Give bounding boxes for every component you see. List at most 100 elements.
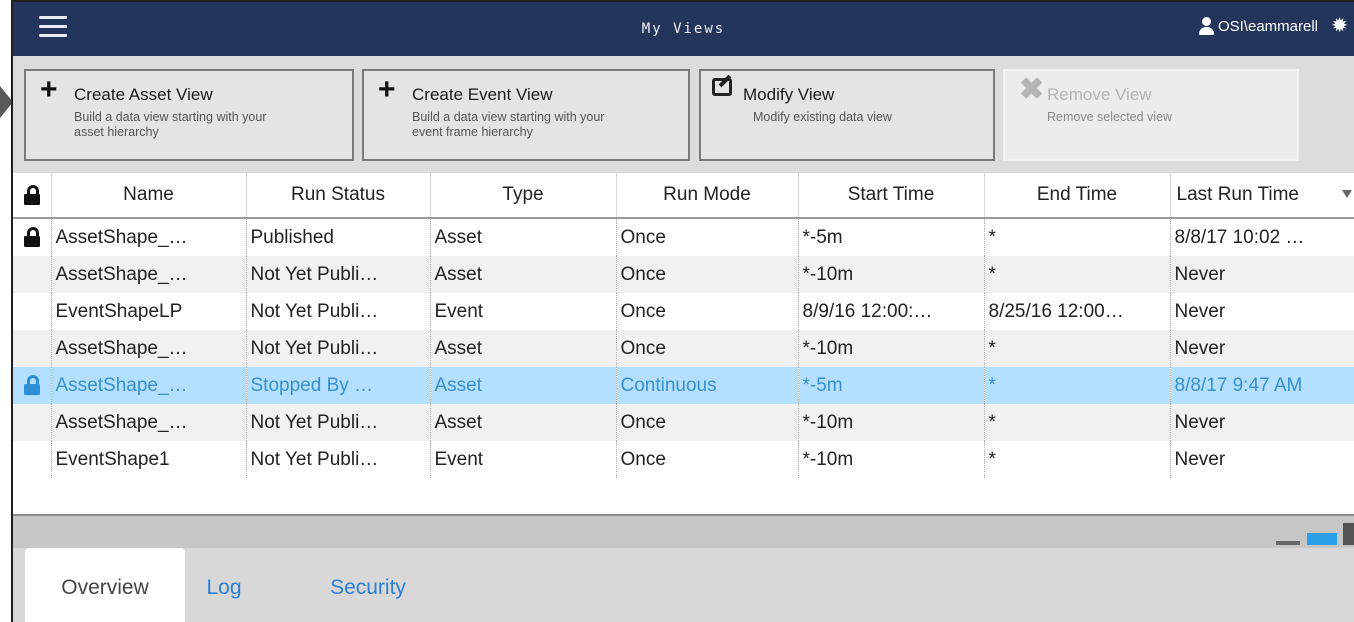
- cell-type: Asset: [430, 218, 617, 256]
- cell-name: AssetShape_…: [51, 404, 247, 441]
- cell-run-mode: Once: [616, 441, 799, 478]
- edit-icon: [712, 78, 732, 96]
- cell-run-status: Not Yet Publi…: [246, 256, 431, 293]
- page-title: My Views: [641, 21, 726, 37]
- cell-end-time: *: [984, 404, 1171, 441]
- cell-last-run-time: Never: [1170, 330, 1354, 367]
- tab-log[interactable]: Log: [189, 548, 259, 622]
- lock-icon: [23, 375, 40, 396]
- cell-last-run-time: 8/8/17 9:47 AM: [1170, 367, 1354, 404]
- cell-run-mode: Once: [616, 404, 799, 441]
- cell-run-mode: Once: [616, 293, 799, 330]
- column-header-run-mode[interactable]: Run Mode: [616, 173, 799, 219]
- modify-view-label: Modify View: [743, 85, 835, 104]
- create-asset-desc-line2: asset hierarchy: [74, 125, 159, 139]
- cell-last-run-time: Never: [1170, 293, 1354, 330]
- cell-last-run-time: 8/8/17 10:02 …: [1170, 218, 1354, 256]
- cell-start-time: *-10m: [798, 441, 985, 478]
- table-header-row: Name Run Status Type Run Mode Start Time…: [13, 173, 1354, 219]
- cell-start-time: *-10m: [798, 404, 985, 441]
- cell-type: Asset: [430, 330, 617, 367]
- create-event-view-button[interactable]: + Create Event View Build a data view st…: [362, 69, 690, 161]
- toolbar: + Create Asset View Build a data view st…: [13, 56, 1354, 173]
- modify-view-description: Modify existing data view: [753, 110, 892, 124]
- column-header-end-time[interactable]: End Time: [984, 173, 1171, 219]
- cell-name: EventShapeLP: [51, 293, 247, 330]
- table-row[interactable]: EventShape1 Not Yet Publi… Event Once *-10m *…: [13, 441, 1354, 478]
- column-header-run-status[interactable]: Run Status: [246, 173, 431, 219]
- column-header-type[interactable]: Type: [430, 173, 617, 219]
- gear-icon[interactable]: ✹: [1331, 13, 1348, 38]
- tab-overview[interactable]: Overview: [25, 548, 185, 622]
- layout-full-icon[interactable]: [1343, 523, 1354, 545]
- cell-last-run-time: Never: [1170, 441, 1354, 478]
- user-name: OSI\eammarell: [1217, 17, 1318, 35]
- lock-icon: [23, 227, 40, 248]
- column-header-name[interactable]: Name: [51, 173, 247, 219]
- cell-run-mode: Continuous: [616, 367, 799, 404]
- create-asset-view-description: Build a data view starting with your ass…: [74, 110, 266, 140]
- app-window: My Views OSI\eammarell ✹ + Create Asset …: [11, 0, 1354, 622]
- close-icon: ✖: [1019, 73, 1045, 106]
- cell-start-time: *-5m: [798, 367, 985, 404]
- cell-end-time: 8/25/16 12:00…: [984, 293, 1171, 330]
- cell-run-status: Not Yet Publi…: [246, 293, 431, 330]
- lock-cell: [13, 330, 52, 367]
- lock-column-header[interactable]: [13, 173, 52, 219]
- user-account[interactable]: OSI\eammarell: [1198, 17, 1318, 35]
- cell-last-run-time: Never: [1170, 256, 1354, 293]
- cell-last-run-time: Never: [1170, 404, 1354, 441]
- remove-view-description: Remove selected view: [1047, 110, 1173, 124]
- user-icon: [1198, 17, 1214, 35]
- cell-run-status: Not Yet Publi…: [246, 330, 431, 367]
- cell-run-mode: Once: [616, 256, 799, 293]
- create-event-desc-line1: Build a data view starting with your: [412, 110, 605, 124]
- cell-type: Event: [430, 441, 617, 478]
- cell-type: Event: [430, 293, 617, 330]
- create-asset-view-button[interactable]: + Create Asset View Build a data view st…: [24, 69, 354, 161]
- cell-end-time: *: [984, 256, 1171, 293]
- lock-icon: [23, 184, 40, 205]
- lock-cell: [13, 367, 52, 404]
- layout-minimize-icon[interactable]: [1276, 541, 1300, 545]
- table-row[interactable]: AssetShape_… Not Yet Publi… Asset Once *-10m…: [13, 330, 1354, 367]
- cell-run-mode: Once: [616, 218, 799, 256]
- create-event-desc-line2: event frame hierarchy: [412, 125, 533, 139]
- table-row[interactable]: EventShapeLP Not Yet Publi… Event Once 8/9/1…: [13, 293, 1354, 330]
- create-event-view-description: Build a data view starting with your eve…: [412, 110, 604, 140]
- cell-run-status: Not Yet Publi…: [246, 404, 431, 441]
- views-table: Name Run Status Type Run Mode Start Time…: [13, 173, 1354, 514]
- cell-name: AssetShape_…: [51, 367, 247, 404]
- lock-cell: [13, 293, 52, 330]
- tab-security[interactable]: Security: [309, 548, 427, 622]
- splitter-bar[interactable]: [13, 514, 1354, 550]
- column-header-start-time[interactable]: Start Time: [798, 173, 985, 219]
- cell-run-mode: Once: [616, 330, 799, 367]
- table-row[interactable]: AssetShape_… Published Asset Once *-5m * 8/8/1…: [13, 218, 1354, 256]
- lock-cell: [13, 441, 52, 478]
- cell-start-time: *-5m: [798, 218, 985, 256]
- table-row[interactable]: AssetShape_… Not Yet Publi… Asset Once *-10m…: [13, 256, 1354, 293]
- cell-end-time: *: [984, 218, 1171, 256]
- cell-type: Asset: [430, 367, 617, 404]
- cell-name: AssetShape_…: [51, 256, 247, 293]
- remove-view-button[interactable]: ✖ Remove View Remove selected view: [1003, 69, 1299, 161]
- table-row[interactable]: AssetShape_… Not Yet Publi… Asset Once *-10m…: [13, 404, 1354, 441]
- cell-end-time: *: [984, 441, 1171, 478]
- cell-start-time: 8/9/16 12:00:…: [798, 293, 985, 330]
- create-event-view-label: Create Event View: [412, 85, 553, 104]
- plus-icon: +: [378, 73, 396, 106]
- cell-name: EventShape1: [51, 441, 247, 478]
- column-menu-icon[interactable]: [1342, 190, 1352, 198]
- cell-type: Asset: [430, 404, 617, 441]
- layout-split-icon[interactable]: [1307, 533, 1337, 545]
- modify-view-button[interactable]: Modify View Modify existing data view: [699, 69, 995, 161]
- cell-end-time: *: [984, 330, 1171, 367]
- remove-view-label: Remove View: [1047, 85, 1152, 104]
- cell-name: AssetShape_…: [51, 330, 247, 367]
- column-header-last-run-time[interactable]: Last Run Time: [1170, 173, 1354, 219]
- cell-run-status: Not Yet Publi…: [246, 441, 431, 478]
- lock-cell: [13, 404, 52, 441]
- table-row[interactable]: AssetShape_… Stopped By … Asset Continuous *…: [13, 367, 1354, 404]
- create-asset-view-label: Create Asset View: [74, 85, 213, 104]
